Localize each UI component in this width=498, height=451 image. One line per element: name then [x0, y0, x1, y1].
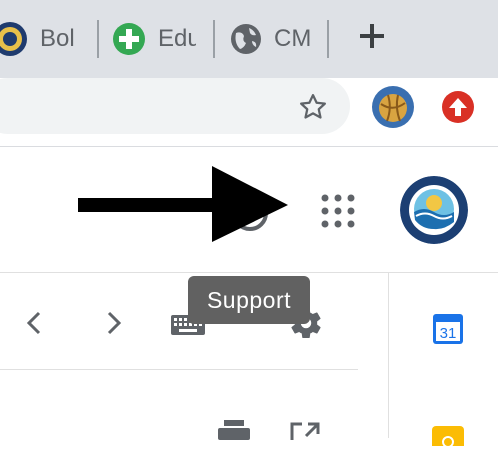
apps-grid-icon [321, 194, 355, 228]
red-up-arrow-icon [449, 98, 467, 116]
tab-separator [213, 20, 215, 58]
tab-title: Bol [40, 25, 75, 52]
globe-icon [231, 24, 261, 54]
extension-avatar[interactable] [372, 86, 414, 128]
plus-icon [360, 24, 384, 48]
google-keep-icon [442, 436, 454, 448]
calendar-side-button[interactable]: 31 [432, 313, 464, 350]
new-tab-button[interactable] [358, 22, 386, 54]
tab-separator [327, 20, 329, 58]
keep-side-button[interactable] [432, 426, 464, 448]
previous-button[interactable] [25, 310, 43, 341]
tab-title: CM [274, 25, 310, 52]
club-logo-icon [0, 22, 27, 56]
chevron-right-icon [107, 311, 122, 335]
swim-club-logo-icon [400, 176, 468, 244]
next-button[interactable] [105, 310, 123, 341]
pointer-arrow-icon [78, 166, 288, 242]
account-button[interactable] [400, 176, 468, 244]
update-button[interactable] [442, 91, 474, 123]
open-in-new-icon [290, 422, 320, 440]
tab-separator [97, 20, 99, 58]
side-panel-divider [388, 273, 389, 438]
browser-toolbar [0, 78, 498, 147]
svg-text:31: 31 [440, 325, 457, 342]
bookmark-button[interactable] [298, 92, 328, 127]
open-in-new-window-button[interactable] [290, 422, 320, 445]
tab-cm[interactable]: CM [230, 18, 310, 60]
toolbar-divider [0, 369, 358, 370]
print-button[interactable] [216, 420, 252, 445]
support-tooltip: Support [188, 276, 310, 324]
water-polo-ball-icon [372, 86, 414, 128]
google-apps-button[interactable] [320, 193, 356, 234]
print-icon [218, 420, 250, 440]
star-icon [300, 94, 326, 119]
chevron-left-icon [26, 311, 41, 335]
tab-bol[interactable]: Bol [0, 18, 75, 60]
google-calendar-icon: 31 [433, 314, 463, 344]
tab-title: Edu [158, 25, 196, 52]
green-plus-icon [113, 23, 145, 55]
tab-strip: Bol Edu CM [0, 0, 498, 78]
tab-edu[interactable]: Edu [112, 18, 196, 60]
